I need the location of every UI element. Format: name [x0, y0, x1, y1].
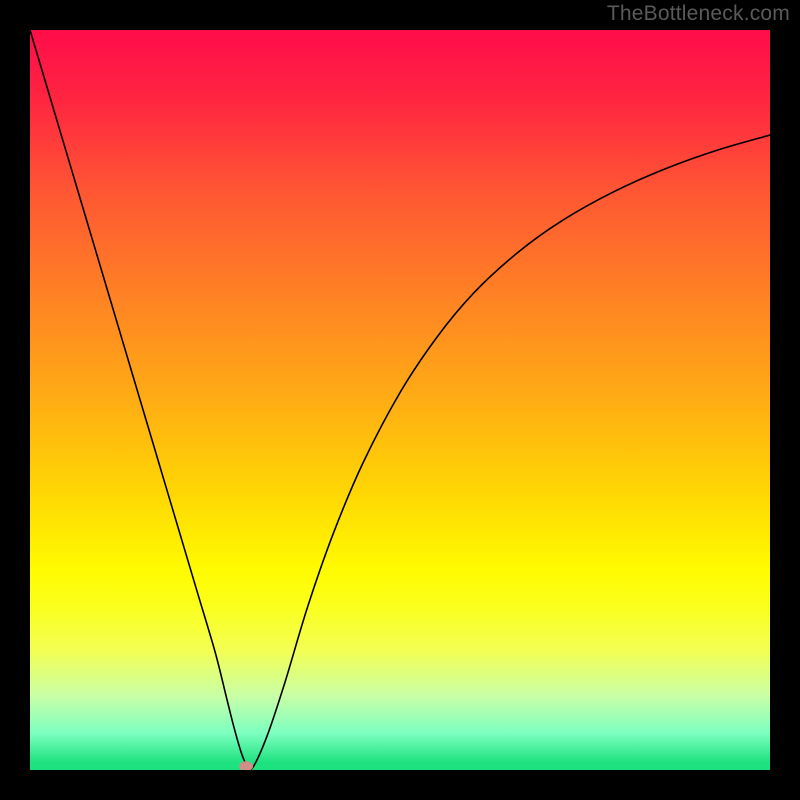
chart-frame: TheBottleneck.com	[0, 0, 800, 800]
gradient-background	[30, 30, 770, 770]
plot-area	[30, 30, 770, 770]
attribution-label: TheBottleneck.com	[607, 2, 790, 26]
chart-svg	[30, 30, 770, 770]
